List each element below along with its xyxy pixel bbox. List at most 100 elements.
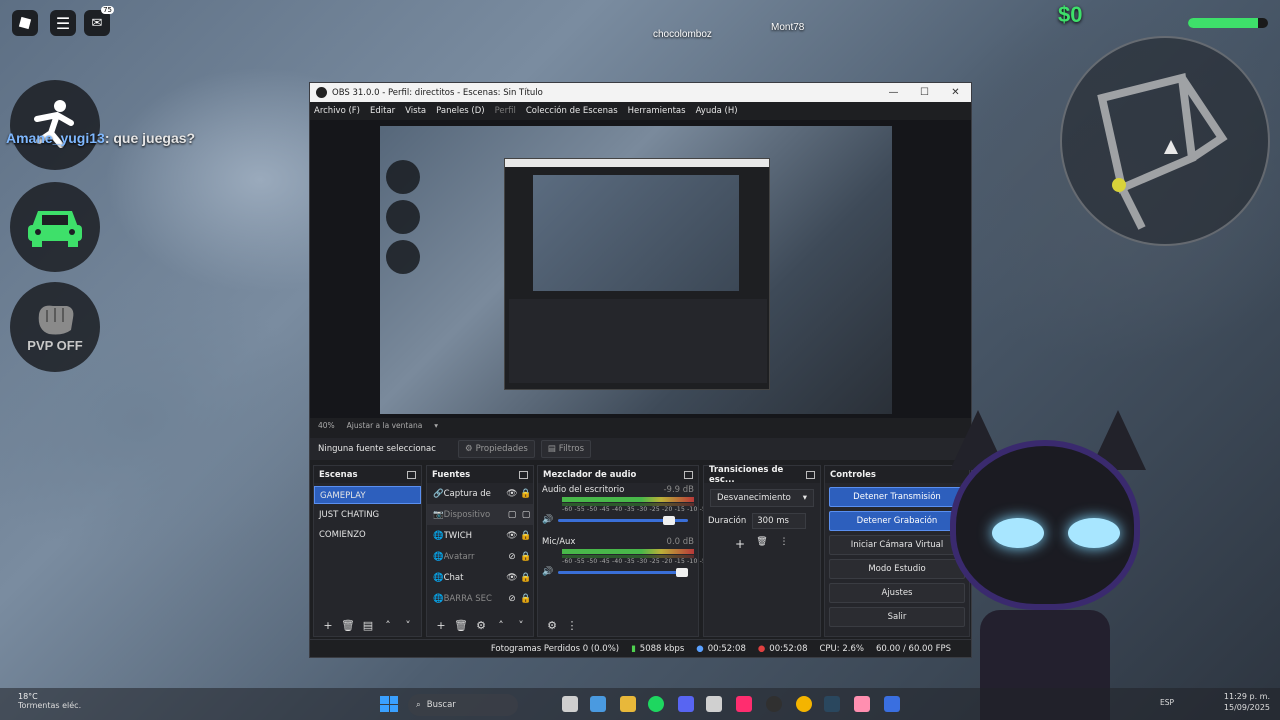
app-icon[interactable] xyxy=(590,696,606,712)
clock-date: 15/09/2025 xyxy=(1223,703,1270,712)
lock-icon[interactable]: 🔒 xyxy=(519,573,533,583)
emote-button[interactable] xyxy=(10,80,100,170)
app-icon[interactable] xyxy=(854,696,870,712)
menu-editar[interactable]: Editar xyxy=(370,106,395,116)
chat-icon[interactable]: ✉ 75 xyxy=(84,6,114,36)
vehicle-button[interactable] xyxy=(10,182,100,272)
roblox-menu-icon[interactable] xyxy=(12,10,38,36)
avatar-eye xyxy=(992,518,1044,548)
gear-icon[interactable]: ⚙ xyxy=(471,619,491,632)
scene-item-comienzo[interactable]: COMIENZO xyxy=(314,526,421,544)
source-item[interactable]: 🌐 Chat 👁 🔒 xyxy=(427,567,533,588)
add-icon[interactable]: + xyxy=(318,619,338,632)
zoom-mode-select[interactable]: Ajustar a la ventana xyxy=(347,421,423,430)
eye-hidden-icon[interactable]: ▢ xyxy=(505,510,519,520)
move-up-icon[interactable]: ˄ xyxy=(378,619,398,632)
lock-icon[interactable]: 🔒 xyxy=(519,594,533,604)
trash-icon[interactable]: 🗑 xyxy=(338,619,358,632)
speaker-icon[interactable]: 🔊 xyxy=(542,515,558,525)
menu-vista[interactable]: Vista xyxy=(405,106,426,116)
avatar-eye xyxy=(1068,518,1120,548)
scene-item-just-chating[interactable]: JUST CHATING xyxy=(314,506,421,524)
steam-icon[interactable] xyxy=(824,696,840,712)
windows-start-icon[interactable] xyxy=(380,696,398,712)
tiktok-icon[interactable] xyxy=(736,696,752,712)
source-item[interactable]: 🌐 Avatarr ⊘ 🔒 xyxy=(427,546,533,567)
file-explorer-icon[interactable] xyxy=(620,696,636,712)
undock-icon[interactable] xyxy=(684,470,693,479)
eye-icon[interactable]: 👁 xyxy=(505,489,519,499)
source-item[interactable]: 🌐 TWICH 👁 🔒 xyxy=(427,525,533,546)
move-down-icon[interactable]: ˅ xyxy=(398,619,418,632)
menu-paneles[interactable]: Paneles (D) xyxy=(436,106,484,116)
spotify-icon[interactable] xyxy=(648,696,664,712)
trash-icon[interactable]: 🗑 xyxy=(751,537,773,551)
slider-knob[interactable] xyxy=(663,515,675,525)
source-item[interactable]: 📷 Dispositivo ▢ ▢ xyxy=(427,504,533,525)
taskbar xyxy=(0,688,1280,720)
meter-ticks: -60 -55 -50 -45 -40 -35 -30 -25 -20 -15 … xyxy=(562,506,713,513)
menu-perfil[interactable]: Perfil xyxy=(495,106,516,116)
duration-input[interactable]: 300 ms xyxy=(752,513,807,529)
lock-icon[interactable]: ▢ xyxy=(519,510,533,520)
filters-button[interactable]: ▤ Filtros xyxy=(540,440,592,458)
minimize-icon[interactable]: — xyxy=(878,87,909,98)
menu-archivo[interactable]: Archivo (F) xyxy=(314,106,360,116)
source-item[interactable]: 🔗 Captura de 👁 🔒 xyxy=(427,483,533,504)
preview-nested-screen xyxy=(533,175,739,291)
taskbar-search[interactable]: ⌕ Buscar xyxy=(408,694,518,716)
chat-count-badge: 75 xyxy=(101,6,114,14)
volume-slider[interactable] xyxy=(558,567,688,577)
pvp-toggle-button[interactable]: PVP OFF xyxy=(10,282,100,372)
mixer-channel: Mic/Aux 0.0 dB -60 -55 -50 -45 -40 -35 -… xyxy=(538,537,712,579)
obs-taskbar-icon[interactable] xyxy=(766,696,782,712)
roblox-taskbar-icon[interactable] xyxy=(884,696,900,712)
chrome-icon[interactable] xyxy=(796,696,812,712)
cpu-usage: CPU: 2.6% xyxy=(819,643,864,654)
add-icon[interactable]: + xyxy=(431,619,451,632)
weather-widget[interactable]: 18°C Tormentas eléc. xyxy=(18,692,81,710)
more-options-icon[interactable]: ⋮ xyxy=(773,537,795,551)
menu-herramientas[interactable]: Herramientas xyxy=(628,106,686,116)
lock-icon[interactable]: 🔒 xyxy=(519,531,533,541)
close-icon[interactable]: ✕ xyxy=(940,87,971,98)
source-item[interactable]: 🌐 BARRA SEC ⊘ 🔒 xyxy=(427,588,533,609)
eye-icon[interactable]: 👁 xyxy=(505,531,519,541)
language-indicator[interactable]: ESP xyxy=(1160,698,1174,707)
dropped-frames: Fotogramas Perdidos 0 (0.0%) xyxy=(490,643,620,654)
move-down-icon[interactable]: ˅ xyxy=(511,619,531,632)
hamburger-menu-icon[interactable]: ☰ xyxy=(50,10,76,36)
gear-icon[interactable]: ⚙ xyxy=(542,619,562,632)
discord-icon[interactable] xyxy=(678,696,694,712)
app-icon[interactable] xyxy=(706,696,722,712)
volume-slider[interactable] xyxy=(558,515,688,525)
filter-icon[interactable]: ▤ xyxy=(358,619,378,632)
transition-select[interactable]: Desvanecimiento ▾ xyxy=(710,489,814,507)
lock-icon[interactable]: 🔒 xyxy=(519,552,533,562)
lock-icon[interactable]: 🔒 xyxy=(519,489,533,499)
properties-button[interactable]: ⚙ Propiedades xyxy=(458,440,535,458)
chevron-down-icon[interactable]: ▾ xyxy=(434,421,438,430)
eye-hidden-icon[interactable]: ⊘ xyxy=(505,552,519,562)
maximize-icon[interactable]: ☐ xyxy=(909,87,940,98)
volume-meter xyxy=(562,549,694,554)
menu-ayuda[interactable]: Ayuda (H) xyxy=(696,106,738,116)
app-icon[interactable] xyxy=(562,696,578,712)
move-up-icon[interactable]: ˄ xyxy=(491,619,511,632)
undock-icon[interactable] xyxy=(519,470,528,479)
eye-icon[interactable]: 👁 xyxy=(505,573,519,583)
slider-knob[interactable] xyxy=(676,567,688,577)
undock-icon[interactable] xyxy=(407,470,416,479)
trash-icon[interactable]: 🗑 xyxy=(451,619,471,632)
program-preview[interactable] xyxy=(380,126,892,414)
menu-coleccion-escenas[interactable]: Colección de Escenas xyxy=(526,106,618,116)
scene-item-gameplay[interactable]: GAMEPLAY xyxy=(314,486,421,504)
eye-hidden-icon[interactable]: ⊘ xyxy=(505,594,519,604)
undock-icon[interactable] xyxy=(806,470,815,479)
add-icon[interactable]: + xyxy=(729,537,751,551)
system-clock[interactable]: 11:29 p. m. 15/09/2025 xyxy=(1224,691,1270,713)
more-options-icon[interactable]: ⋮ xyxy=(562,619,582,632)
speaker-icon[interactable]: 🔊 xyxy=(542,567,558,577)
search-icon: ⌕ xyxy=(416,700,421,710)
status-bar: Fotogramas Perdidos 0 (0.0%) ▮ 5088 kbps… xyxy=(310,639,971,657)
